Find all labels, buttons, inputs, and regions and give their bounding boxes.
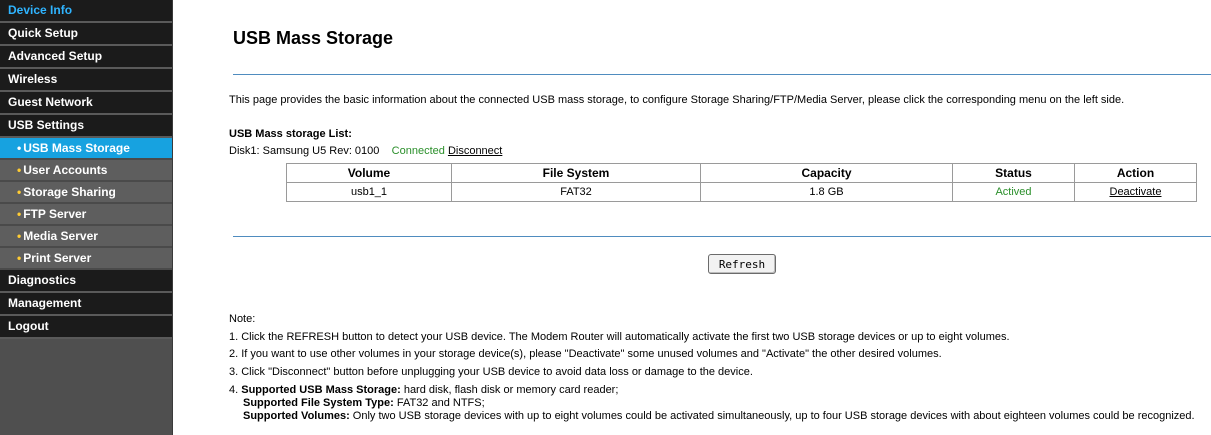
- disk-status: Connected: [391, 145, 445, 157]
- sidebar-item-quick-setup[interactable]: Quick Setup: [0, 23, 172, 46]
- cell-action: Deactivate: [1074, 182, 1197, 202]
- cell-capacity: 1.8 GB: [700, 182, 953, 202]
- sidebar-menu: Device Info Quick Setup Advanced Setup W…: [0, 0, 173, 435]
- main-content: USB Mass Storage This page provides the …: [173, 0, 1211, 435]
- note-heading: Note:: [229, 313, 256, 325]
- supported-storage-value: hard disk, flash disk or memory card rea…: [400, 384, 619, 396]
- deactivate-link[interactable]: Deactivate: [1110, 186, 1162, 198]
- sidebar-subitem-label: FTP Server: [23, 207, 87, 221]
- note-line-3: 3. Click "Disconnect" button before unpl…: [229, 366, 753, 378]
- supported-volumes-label: Supported Volumes:: [243, 410, 350, 422]
- cell-file-system: FAT32: [451, 182, 701, 202]
- sidebar-item-logout[interactable]: Logout: [0, 316, 172, 339]
- sidebar-item-usb-settings[interactable]: USB Settings: [0, 115, 172, 138]
- sidebar-subitem-user-accounts[interactable]: • User Accounts: [0, 160, 172, 182]
- bullet-icon: •: [17, 185, 22, 199]
- sidebar-item-wireless[interactable]: Wireless: [0, 69, 172, 92]
- cell-status: Actived: [952, 182, 1075, 202]
- column-header-action: Action: [1074, 163, 1197, 183]
- bullet-icon: •: [17, 229, 22, 243]
- sidebar-item-management[interactable]: Management: [0, 293, 172, 316]
- supported-volumes-value: Only two USB storage devices with up to …: [349, 410, 1195, 422]
- sidebar-item-device-info[interactable]: Device Info: [0, 0, 172, 23]
- storage-list-heading: USB Mass storage List:: [229, 128, 352, 140]
- storage-table: Volume File System Capacity Status Actio…: [286, 163, 1197, 202]
- disk-label: Disk1: Samsung U5 Rev: 0100: [229, 145, 380, 157]
- column-header-volume: Volume: [286, 163, 452, 183]
- note-line-2: 2. If you want to use other volumes in y…: [229, 348, 942, 360]
- refresh-button[interactable]: Refresh: [708, 254, 776, 274]
- cell-volume: usb1_1: [286, 182, 452, 202]
- page-description: This page provides the basic information…: [229, 94, 1125, 106]
- table-row: usb1_1 FAT32 1.8 GB Actived Deactivate: [286, 182, 1197, 202]
- sidebar-subitem-label: USB Mass Storage: [23, 141, 130, 155]
- column-header-capacity: Capacity: [700, 163, 953, 183]
- note-line-1: 1. Click the REFRESH button to detect yo…: [229, 331, 1010, 343]
- sidebar-item-advanced-setup[interactable]: Advanced Setup: [0, 46, 172, 69]
- note-item4-prefix: 4.: [229, 384, 242, 396]
- note-line-fs: Supported File System Type: FAT32 and NT…: [243, 397, 485, 409]
- disk-info-line: Disk1: Samsung U5 Rev: 0100 Connected Di…: [229, 145, 502, 157]
- sidebar-subitem-label: User Accounts: [23, 163, 108, 177]
- sidebar-subitem-print-server[interactable]: • Print Server: [0, 248, 172, 270]
- table-header-row: Volume File System Capacity Status Actio…: [286, 163, 1197, 183]
- bullet-icon: •: [17, 141, 22, 155]
- column-header-file-system: File System: [451, 163, 701, 183]
- sidebar-subitem-storage-sharing[interactable]: • Storage Sharing: [0, 182, 172, 204]
- sidebar-subitem-usb-mass-storage[interactable]: • USB Mass Storage: [0, 138, 172, 160]
- supported-storage-label: Supported USB Mass Storage:: [241, 384, 401, 396]
- sidebar-subitem-label: Media Server: [23, 229, 98, 243]
- supported-fs-value: FAT32 and NTFS;: [393, 397, 485, 409]
- note-line-volumes: Supported Volumes: Only two USB storage …: [243, 410, 1195, 422]
- bullet-icon: •: [17, 207, 22, 221]
- sidebar-subitem-label: Storage Sharing: [23, 185, 116, 199]
- divider: [233, 236, 1211, 237]
- disconnect-link[interactable]: Disconnect: [448, 145, 502, 157]
- sidebar-subitem-ftp-server[interactable]: • FTP Server: [0, 204, 172, 226]
- sidebar-subitem-label: Print Server: [23, 251, 92, 265]
- page-title: USB Mass Storage: [233, 28, 394, 48]
- bullet-icon: •: [17, 163, 22, 177]
- sidebar-item-diagnostics[interactable]: Diagnostics: [0, 270, 172, 293]
- column-header-status: Status: [952, 163, 1075, 183]
- supported-fs-label: Supported File System Type:: [243, 397, 394, 409]
- note-line-4: 4. Supported USB Mass Storage: hard disk…: [229, 384, 618, 396]
- bullet-icon: •: [17, 251, 22, 265]
- divider: [233, 74, 1211, 75]
- sidebar-item-guest-network[interactable]: Guest Network: [0, 92, 172, 115]
- sidebar-subitem-media-server[interactable]: • Media Server: [0, 226, 172, 248]
